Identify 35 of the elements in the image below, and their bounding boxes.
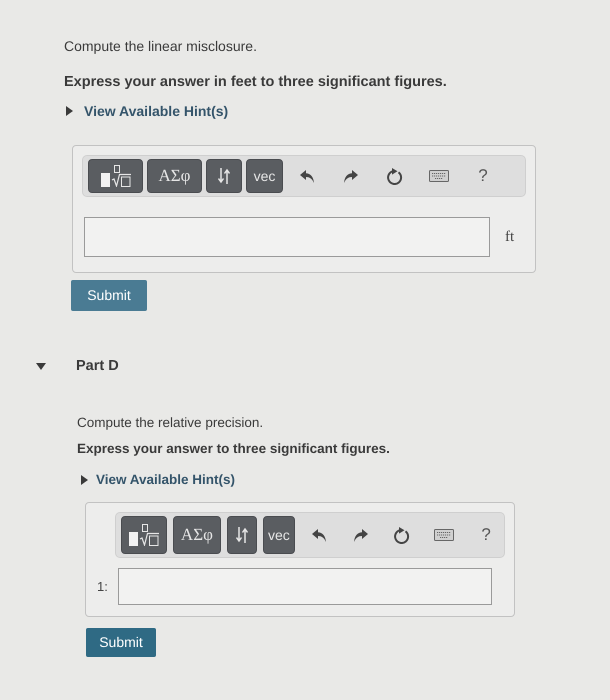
- answer-instruction: Express your answer to three significant figures.: [77, 440, 391, 458]
- template-icon: [129, 524, 160, 546]
- up-down-arrows-icon: [236, 527, 248, 543]
- answer-instruction: Express your answer in feet to three significant figures.: [64, 73, 448, 92]
- keyboard-icon: [429, 170, 449, 182]
- question-prompt: Compute the linear misclosure.: [64, 37, 258, 56]
- redo-icon: [344, 170, 358, 182]
- answer-input[interactable]: [84, 217, 490, 257]
- undo-icon: [300, 170, 314, 182]
- greek-symbols-button[interactable]: ΑΣφ: [147, 159, 202, 193]
- help-button[interactable]: ?: [463, 159, 503, 193]
- hint-link[interactable]: View Available Hint(s): [96, 470, 236, 490]
- question-prompt: Compute the relative precision.: [77, 414, 264, 432]
- answer-input[interactable]: [118, 568, 492, 605]
- hint-link[interactable]: View Available Hint(s): [84, 101, 228, 121]
- arrows-button[interactable]: [226, 516, 257, 554]
- vector-button[interactable]: vec: [262, 516, 295, 554]
- template-icon: [100, 165, 130, 187]
- submit-button[interactable]: Submit: [86, 628, 156, 657]
- arrows-button[interactable]: [206, 159, 242, 193]
- templates-button[interactable]: [121, 516, 168, 554]
- help-button[interactable]: ?: [468, 517, 504, 553]
- answer-label: 1:: [97, 578, 109, 596]
- keyboard-icon: [434, 529, 454, 541]
- reset-icon: [394, 526, 410, 544]
- templates-button[interactable]: [88, 159, 143, 193]
- up-down-arrows-icon: [218, 168, 230, 184]
- part-title[interactable]: Part D: [76, 356, 119, 376]
- reset-icon: [387, 168, 403, 184]
- redo-icon: [354, 528, 368, 542]
- undo-icon: [312, 528, 326, 542]
- submit-button[interactable]: Submit: [71, 280, 147, 311]
- vector-button[interactable]: vec: [246, 159, 283, 193]
- greek-symbols-button[interactable]: ΑΣφ: [173, 516, 221, 554]
- unit-label: ft: [505, 228, 514, 247]
